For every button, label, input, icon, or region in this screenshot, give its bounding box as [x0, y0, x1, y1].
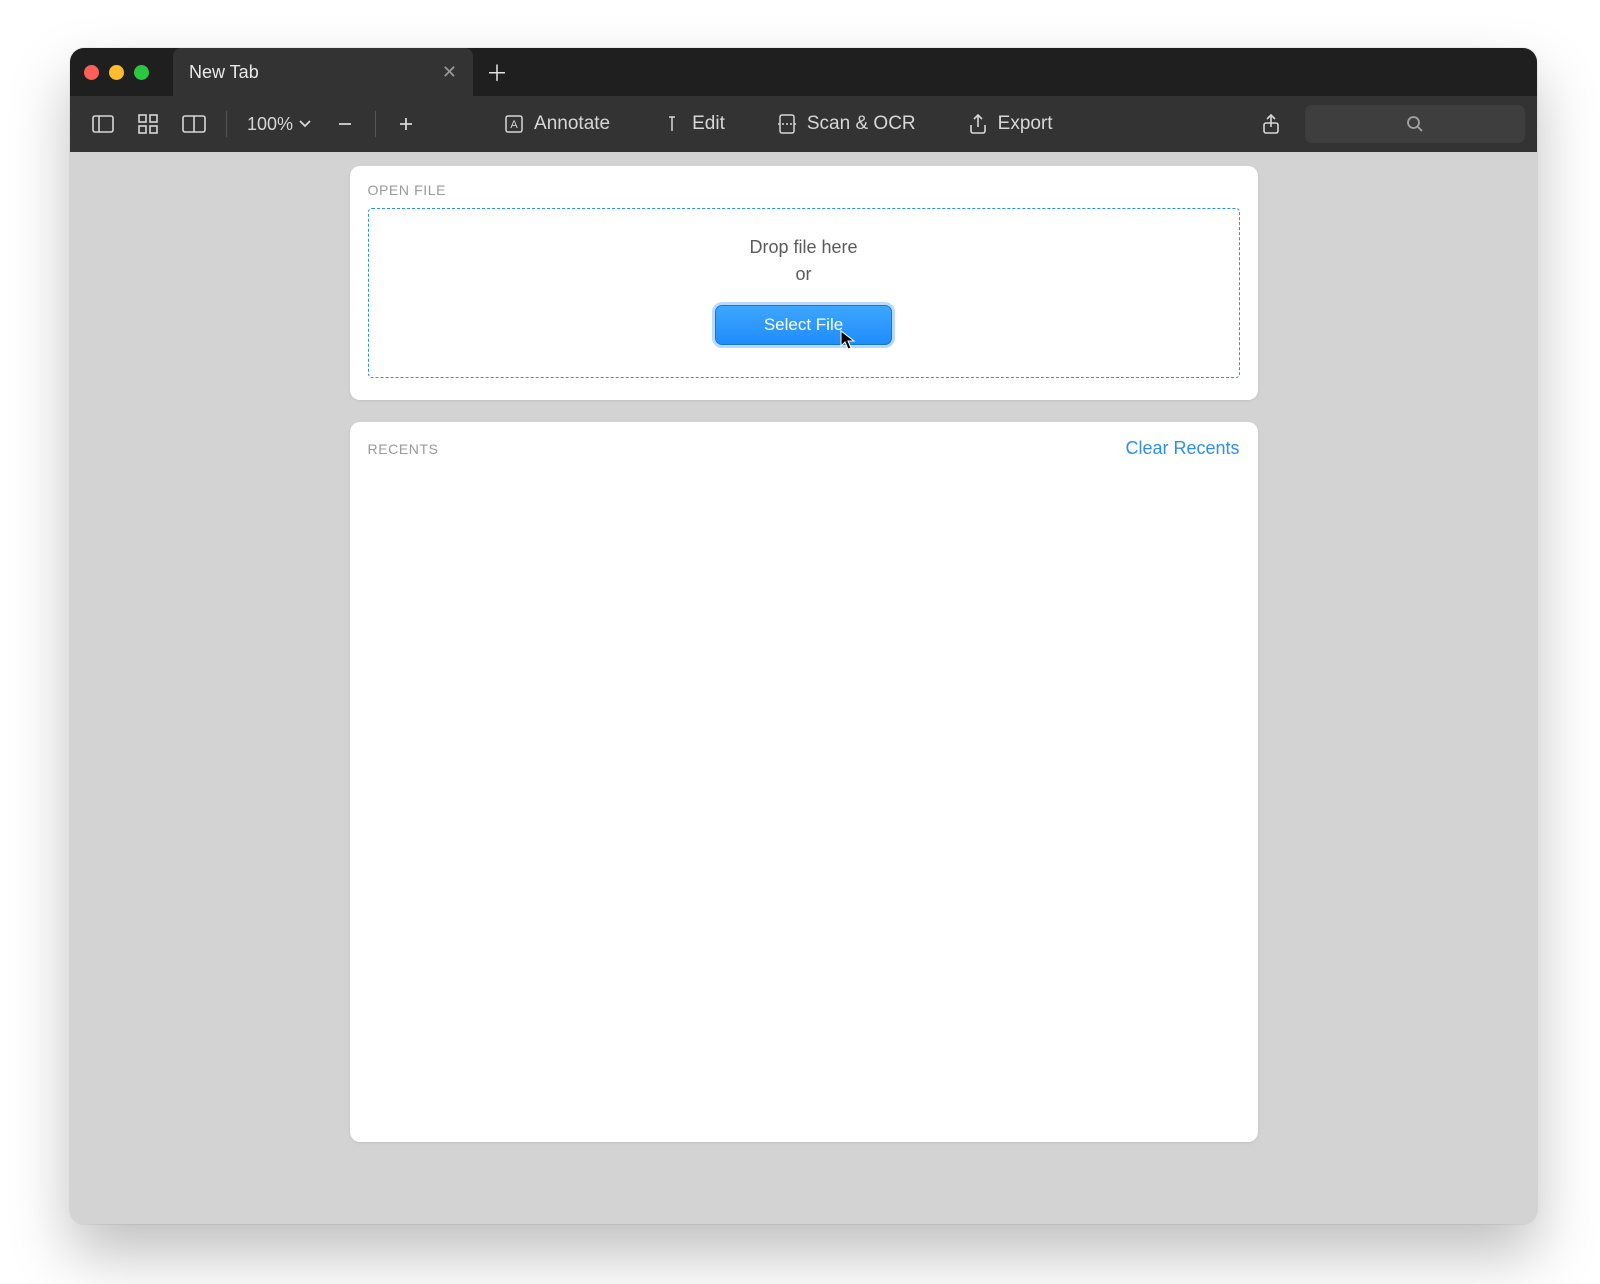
chevron-down-icon — [299, 120, 311, 128]
zoom-in-button[interactable] — [386, 104, 426, 144]
new-tab-button[interactable]: ＋ — [477, 52, 517, 92]
share-button[interactable] — [1251, 104, 1291, 144]
search-box[interactable] — [1305, 105, 1525, 143]
annotate-label: Annotate — [534, 113, 610, 135]
edit-button[interactable]: Edit — [652, 104, 735, 144]
annotate-button[interactable]: A Annotate — [494, 104, 620, 144]
file-dropzone[interactable]: Drop file here or Select File — [368, 208, 1240, 378]
toolbar: 100% A Annotate Edit Scan & OCR Export — [70, 96, 1537, 152]
export-icon — [968, 113, 988, 135]
tab-new[interactable]: New Tab ✕ — [173, 48, 473, 96]
export-button[interactable]: Export — [958, 104, 1063, 144]
open-file-card: OPEN FILE Drop file here or Select File — [350, 166, 1258, 400]
annotate-icon: A — [504, 114, 524, 134]
two-page-view-button[interactable] — [172, 104, 216, 144]
svg-text:A: A — [510, 119, 518, 131]
app-window: New Tab ✕ ＋ 100% A Annotate — [70, 48, 1537, 1224]
recents-card: RECENTS Clear Recents — [350, 422, 1258, 1142]
drop-or-text: or — [795, 264, 811, 285]
sidebar-toggle-button[interactable] — [82, 104, 124, 144]
close-tab-button[interactable]: ✕ — [442, 62, 457, 83]
content-area: OPEN FILE Drop file here or Select File … — [70, 152, 1537, 1224]
grid-icon — [138, 114, 158, 134]
open-file-title: OPEN FILE — [368, 182, 1240, 198]
maximize-window-button[interactable] — [134, 65, 149, 80]
tab-bar: New Tab ✕ ＋ — [70, 48, 1537, 96]
drop-text: Drop file here — [749, 237, 857, 258]
thumbnails-button[interactable] — [128, 104, 168, 144]
close-window-button[interactable] — [84, 65, 99, 80]
minus-icon — [337, 116, 353, 132]
sidebar-icon — [92, 115, 114, 133]
scan-icon — [777, 113, 797, 135]
zoom-dropdown[interactable]: 100% — [237, 114, 321, 135]
minimize-window-button[interactable] — [109, 65, 124, 80]
recents-title: RECENTS — [368, 441, 439, 457]
window-controls — [84, 65, 149, 80]
share-icon — [1261, 113, 1281, 135]
zoom-value: 100% — [247, 114, 293, 135]
toolbar-divider — [226, 111, 227, 137]
clear-recents-link[interactable]: Clear Recents — [1125, 438, 1239, 459]
plus-icon — [398, 116, 414, 132]
zoom-out-button[interactable] — [325, 104, 365, 144]
export-label: Export — [998, 113, 1053, 135]
book-icon — [182, 115, 206, 133]
scan-ocr-button[interactable]: Scan & OCR — [767, 104, 926, 144]
select-file-button[interactable]: Select File — [715, 305, 892, 345]
tab-title: New Tab — [189, 62, 259, 83]
edit-icon — [662, 114, 682, 134]
toolbar-divider — [375, 111, 376, 137]
scan-ocr-label: Scan & OCR — [807, 113, 916, 135]
search-icon — [1406, 115, 1424, 133]
edit-label: Edit — [692, 113, 725, 135]
